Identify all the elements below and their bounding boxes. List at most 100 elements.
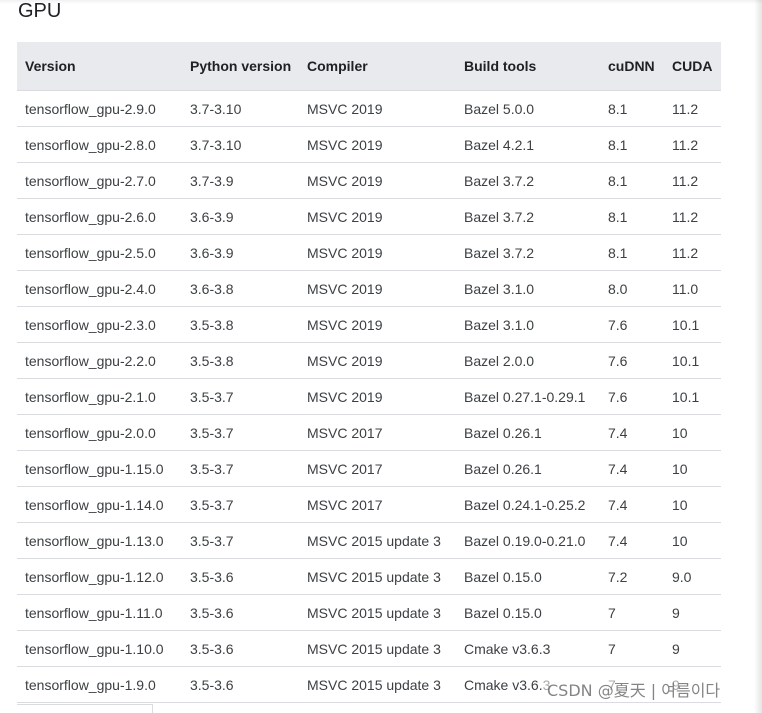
cell-cudnn: 7.6 (600, 378, 664, 415)
cell-version: tensorflow_gpu-1.14.0 (17, 486, 182, 523)
header-version: Version (17, 42, 182, 91)
cell-compiler: MSVC 2019 (299, 126, 456, 163)
section-heading: GPU (18, 0, 62, 22)
cell-cuda: 10 (664, 414, 721, 451)
cell-python-version: 3.5-3.7 (182, 414, 299, 451)
cell-python-version: 3.7-3.9 (182, 162, 299, 199)
cell-cudnn: 7 (600, 594, 664, 631)
cell-cuda: 11.2 (664, 198, 721, 235)
cell-python-version: 3.5-3.6 (182, 594, 299, 631)
cell-build-tools: Bazel 3.1.0 (456, 270, 600, 307)
cell-build-tools: Bazel 0.15.0 (456, 558, 600, 595)
cell-python-version: 3.5-3.8 (182, 342, 299, 379)
watermark: CSDN @夏天 | 여름이다 (543, 680, 725, 702)
table-row: tensorflow_gpu-2.0.0 3.5-3.7 MSVC 2017 Baze… (17, 414, 721, 451)
cell-compiler: MSVC 2019 (299, 270, 456, 307)
cell-compiler: MSVC 2017 (299, 414, 456, 451)
cell-compiler: MSVC 2019 (299, 234, 456, 271)
cell-cuda: 11.2 (664, 126, 721, 163)
table-row: tensorflow_gpu-1.13.0 3.5-3.7 MSVC 2015 up… (17, 522, 721, 559)
cell-build-tools: Bazel 0.15.0 (456, 594, 600, 631)
cell-build-tools: Bazel 3.7.2 (456, 162, 600, 199)
cell-python-version: 3.5-3.7 (182, 450, 299, 487)
cell-cuda: 11.2 (664, 162, 721, 199)
table-row: tensorflow_gpu-1.12.0 3.5-3.6 MSVC 2015 up… (17, 558, 721, 595)
cell-version: tensorflow_gpu-1.15.0 (17, 450, 182, 487)
cell-python-version: 3.5-3.6 (182, 630, 299, 667)
cell-cudnn: 7.4 (600, 414, 664, 451)
cell-build-tools: Bazel 0.26.1 (456, 414, 600, 451)
table-row: tensorflow_gpu-2.5.0 3.6-3.9 MSVC 2019 Baze… (17, 234, 721, 271)
cell-cudnn: 7.2 (600, 558, 664, 595)
cell-cudnn: 7.6 (600, 306, 664, 343)
cell-compiler: MSVC 2015 update 3 (299, 630, 456, 667)
cell-build-tools: Bazel 2.0.0 (456, 342, 600, 379)
cell-compiler: MSVC 2019 (299, 342, 456, 379)
cell-compiler: MSVC 2015 update 3 (299, 522, 456, 559)
cell-version: tensorflow_gpu-2.8.0 (17, 126, 182, 163)
cell-cudnn: 7.4 (600, 522, 664, 559)
cell-cudnn: 7.4 (600, 486, 664, 523)
cell-python-version: 3.7-3.10 (182, 90, 299, 127)
cell-version: tensorflow_gpu-2.1.0 (17, 378, 182, 415)
cell-cuda: 11.2 (664, 90, 721, 127)
cell-python-version: 3.6-3.9 (182, 198, 299, 235)
cell-version: tensorflow_gpu-1.13.0 (17, 522, 182, 559)
table-row: tensorflow_gpu-1.15.0 3.5-3.7 MSVC 2017 Baz… (17, 450, 721, 487)
table-row: tensorflow_gpu-2.6.0 3.6-3.9 MSVC 2019 Baze… (17, 198, 721, 235)
cell-build-tools: Bazel 5.0.0 (456, 90, 600, 127)
cell-python-version: 3.5-3.7 (182, 378, 299, 415)
cell-cuda: 9 (664, 594, 721, 631)
table-row: tensorflow_gpu-2.2.0 3.5-3.8 MSVC 2019 Baze… (17, 342, 721, 379)
cell-version: tensorflow_gpu-1.11.0 (17, 594, 182, 631)
cell-cuda: 11.2 (664, 234, 721, 271)
cell-build-tools: Bazel 3.1.0 (456, 306, 600, 343)
table-row: tensorflow_gpu-2.8.0 3.7-3.10 MSVC 2019 Baz… (17, 126, 721, 163)
table-header-row: Version Python version Compiler Build to… (17, 42, 721, 91)
cell-cuda: 10 (664, 450, 721, 487)
cell-cudnn: 7.4 (600, 450, 664, 487)
cell-python-version: 3.6-3.8 (182, 270, 299, 307)
table-row: tensorflow_gpu-2.7.0 3.7-3.9 MSVC 2019 Baze… (17, 162, 721, 199)
right-edge-shadow (754, 0, 762, 713)
cell-compiler: MSVC 2019 (299, 90, 456, 127)
cell-compiler: MSVC 2019 (299, 306, 456, 343)
cell-python-version: 3.5-3.6 (182, 558, 299, 595)
cell-compiler: MSVC 2019 (299, 378, 456, 415)
cell-cuda: 9 (664, 630, 721, 667)
cell-cuda: 10.1 (664, 342, 721, 379)
cell-python-version: 3.6-3.9 (182, 234, 299, 271)
cell-build-tools: Cmake v3.6.3 (456, 630, 600, 667)
header-build-tools: Build tools (456, 42, 600, 91)
cell-version: tensorflow_gpu-2.2.0 (17, 342, 182, 379)
table-row: tensorflow_gpu-2.9.0 3.7-3.10 MSVC 2019 Baz… (17, 90, 721, 127)
cell-version: tensorflow_gpu-2.9.0 (17, 90, 182, 127)
cell-compiler: MSVC 2015 update 3 (299, 666, 456, 703)
cell-build-tools: Bazel 3.7.2 (456, 198, 600, 235)
cell-cuda: 9.0 (664, 558, 721, 595)
table-row: tensorflow_gpu-2.1.0 3.5-3.7 MSVC 2019 Baze… (17, 378, 721, 415)
cell-compiler: MSVC 2017 (299, 450, 456, 487)
cell-version: tensorflow_gpu-1.12.0 (17, 558, 182, 595)
cell-cudnn: 8.1 (600, 162, 664, 199)
cell-version: tensorflow_gpu-2.4.0 (17, 270, 182, 307)
cell-cuda: 10 (664, 486, 721, 523)
cell-compiler: MSVC 2019 (299, 162, 456, 199)
cell-compiler: MSVC 2015 update 3 (299, 594, 456, 631)
cell-cuda: 11.0 (664, 270, 721, 307)
cell-build-tools: Bazel 0.19.0-0.21.0 (456, 522, 600, 559)
top-edge-shadow (0, 0, 762, 4)
cell-compiler: MSVC 2017 (299, 486, 456, 523)
cell-cudnn: 7.6 (600, 342, 664, 379)
cell-python-version: 3.5-3.6 (182, 666, 299, 703)
table-row: tensorflow_gpu-2.4.0 3.6-3.8 MSVC 2019 Baze… (17, 270, 721, 307)
cell-python-version: 3.7-3.10 (182, 126, 299, 163)
cell-cuda: 10.1 (664, 378, 721, 415)
table-row: tensorflow_gpu-1.10.0 3.5-3.6 MSVC 2015 up… (17, 630, 721, 667)
cell-cudnn: 8.1 (600, 198, 664, 235)
cell-compiler: MSVC 2019 (299, 198, 456, 235)
table-row: tensorflow_gpu-2.3.0 3.5-3.8 MSVC 2019 Baze… (17, 306, 721, 343)
cell-build-tools: Bazel 0.27.1-0.29.1 (456, 378, 600, 415)
bottom-divider-tick (152, 704, 153, 713)
table-row: tensorflow_gpu-1.14.0 3.5-3.7 MSVC 2017 Baz… (17, 486, 721, 523)
